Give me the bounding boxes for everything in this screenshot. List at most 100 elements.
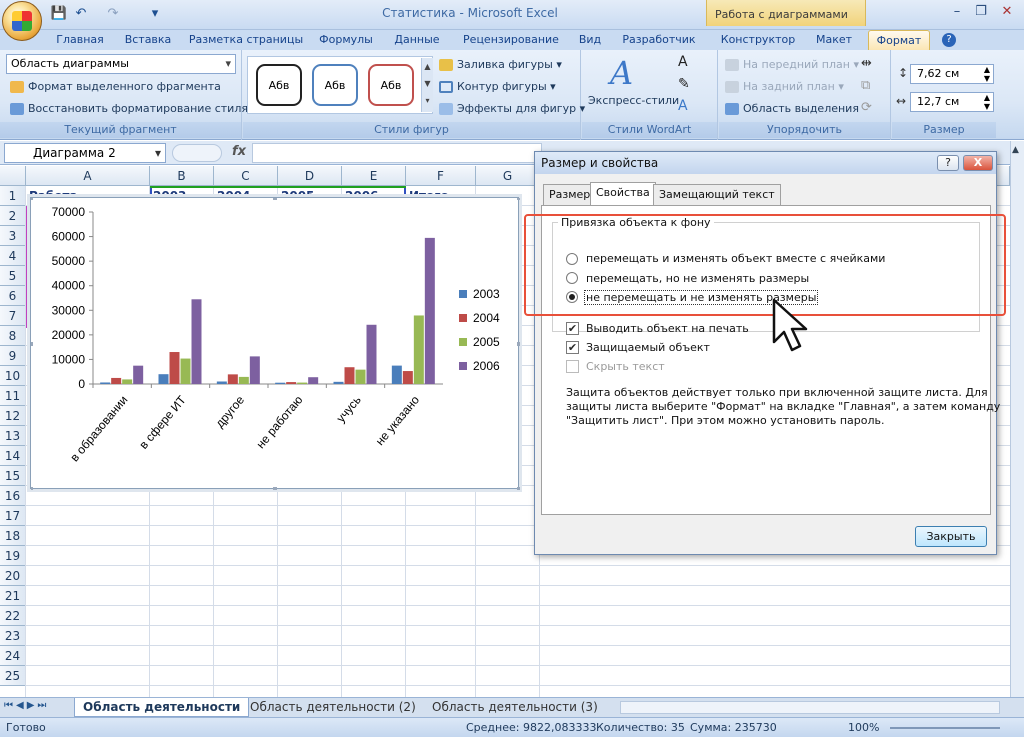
tab-layout[interactable]: Макет: [808, 30, 860, 50]
dialog-help-button[interactable]: ?: [937, 155, 959, 171]
column-header-g[interactable]: G: [476, 166, 540, 186]
sheet-tab-3[interactable]: Область деятельности (3): [424, 698, 606, 717]
row-header[interactable]: 18: [0, 526, 26, 546]
chart-element-selector[interactable]: Область диаграммы ▾: [6, 54, 236, 74]
tab-data[interactable]: Данные: [388, 30, 446, 50]
tab-insert[interactable]: Вставка: [118, 30, 178, 50]
express-styles-button[interactable]: Экспресс-стили: [588, 92, 679, 110]
tab-review[interactable]: Рецензирование: [456, 30, 566, 50]
save-icon[interactable]: 💾: [50, 5, 68, 23]
row-header[interactable]: 19: [0, 546, 26, 566]
insert-function-icon[interactable]: fx: [232, 144, 246, 159]
tab-design[interactable]: Конструктор: [712, 30, 804, 50]
column-header-c[interactable]: C: [214, 166, 278, 186]
minimize-icon[interactable]: –: [946, 3, 968, 21]
formula-bar-divider[interactable]: [172, 144, 222, 162]
wordart-a-icon[interactable]: A: [610, 54, 633, 92]
shape-style-sample-3[interactable]: Абв: [368, 64, 414, 106]
text-outline-icon[interactable]: ✎: [678, 76, 690, 92]
qat-customize-icon[interactable]: ▾: [146, 5, 164, 23]
tab-view[interactable]: Вид: [572, 30, 608, 50]
rotate-icon[interactable]: ⟳: [861, 100, 872, 115]
format-selection-button[interactable]: Формат выделенного фрагмента: [10, 78, 221, 96]
shape-style-sample-1[interactable]: Абв: [256, 64, 302, 106]
shape-effects-button[interactable]: Эффекты для фигур ▾: [439, 100, 585, 118]
dialog-close-button[interactable]: Закрыть: [915, 526, 987, 547]
text-effects-icon[interactable]: A: [678, 98, 688, 114]
tab-developer[interactable]: Разработчик: [616, 30, 702, 50]
row-header[interactable]: 12: [0, 406, 26, 426]
sheet-nav-icons[interactable]: ⏮◀▶⏭: [4, 700, 49, 711]
send-back-button[interactable]: На задний план ▾: [725, 78, 844, 96]
sheet-tab-2[interactable]: Область деятельности (2): [242, 698, 424, 717]
row-header[interactable]: 24: [0, 646, 26, 666]
align-icon[interactable]: ⇹: [861, 56, 872, 71]
row-header[interactable]: 9: [0, 346, 26, 366]
row-header[interactable]: 14: [0, 446, 26, 466]
checkbox-locked[interactable]: ✔: [566, 341, 579, 354]
reset-style-button[interactable]: Восстановить форматирование стиля: [10, 100, 248, 118]
row-header[interactable]: 7: [0, 306, 26, 326]
tab-format[interactable]: Формат: [868, 30, 930, 50]
zoom-slider[interactable]: [890, 727, 1000, 729]
row-header[interactable]: 5: [0, 266, 26, 286]
undo-icon[interactable]: ↶: [72, 5, 90, 23]
column-header-e[interactable]: E: [342, 166, 406, 186]
tab-home[interactable]: Главная: [50, 30, 110, 50]
redo-icon[interactable]: ↷: [104, 5, 122, 23]
row-header[interactable]: 17: [0, 506, 26, 526]
row-header[interactable]: 23: [0, 626, 26, 646]
tab-formulas[interactable]: Формулы: [314, 30, 378, 50]
column-header-b[interactable]: B: [150, 166, 214, 186]
office-button[interactable]: [2, 1, 42, 41]
select-all-corner[interactable]: [0, 166, 26, 186]
dialog-tab-properties[interactable]: Свойства: [590, 182, 656, 206]
shape-style-sample-2[interactable]: Абв: [312, 64, 358, 106]
checkbox-print-object[interactable]: ✔: [566, 322, 579, 335]
bring-front-button[interactable]: На передний план ▾: [725, 56, 859, 74]
width-input[interactable]: 12,7 см ▲ ▼: [910, 92, 994, 112]
row-header[interactable]: 6: [0, 286, 26, 306]
dialog-tab-alt-text[interactable]: Замещающий текст: [653, 184, 781, 205]
formula-input[interactable]: [252, 143, 542, 163]
row-header[interactable]: 4: [0, 246, 26, 266]
row-header[interactable]: 16: [0, 486, 26, 506]
row-header[interactable]: 11: [0, 386, 26, 406]
checkbox-lock-text[interactable]: [566, 360, 579, 373]
column-header-a[interactable]: A: [26, 166, 150, 186]
shape-outline-button[interactable]: Контур фигуры ▾: [439, 78, 556, 96]
spin-icon[interactable]: ▲ ▼: [984, 65, 990, 83]
sheet-tab-1[interactable]: Область деятельности: [74, 698, 250, 717]
horizontal-scrollbar[interactable]: [620, 701, 1000, 714]
row-header[interactable]: 21: [0, 586, 26, 606]
scroll-up-icon[interactable]: ▲: [1012, 145, 1019, 155]
row-header[interactable]: 22: [0, 606, 26, 626]
restore-icon[interactable]: ❐: [970, 3, 992, 21]
text-fill-icon[interactable]: A: [678, 54, 688, 70]
shape-fill-button[interactable]: Заливка фигуры ▾: [439, 56, 562, 74]
tab-page-layout[interactable]: Разметка страницы: [186, 30, 306, 50]
chart-area[interactable]: 0 10000 20000 30000 40000 50000 60000 70000 в об…: [29, 196, 521, 491]
row-header[interactable]: 1: [0, 186, 26, 206]
row-header[interactable]: 3: [0, 226, 26, 246]
dialog-tab-size[interactable]: Размер: [543, 184, 597, 205]
row-header[interactable]: 13: [0, 426, 26, 446]
row-header[interactable]: 20: [0, 566, 26, 586]
zoom-level[interactable]: 100%: [848, 721, 879, 734]
row-header[interactable]: 25: [0, 666, 26, 686]
row-header[interactable]: 2: [0, 206, 26, 226]
row-header[interactable]: 8: [0, 326, 26, 346]
group-icon[interactable]: ⧉: [861, 78, 870, 93]
height-input[interactable]: 7,62 см ▲ ▼: [910, 64, 994, 84]
row-header[interactable]: 15: [0, 466, 26, 486]
help-icon[interactable]: ?: [942, 33, 956, 47]
row-header[interactable]: 10: [0, 366, 26, 386]
column-header-f[interactable]: F: [406, 166, 476, 186]
dialog-close-x-button[interactable]: X: [963, 155, 993, 171]
selection-pane-button[interactable]: Область выделения: [725, 100, 859, 118]
close-window-icon[interactable]: ✕: [996, 3, 1018, 21]
vertical-scrollbar[interactable]: ▲: [1010, 141, 1024, 697]
gallery-scroll[interactable]: ▲ ▼ ▾: [421, 58, 433, 112]
spin-icon[interactable]: ▲ ▼: [984, 93, 990, 111]
name-box[interactable]: Диаграмма 2 ▾: [4, 143, 166, 163]
